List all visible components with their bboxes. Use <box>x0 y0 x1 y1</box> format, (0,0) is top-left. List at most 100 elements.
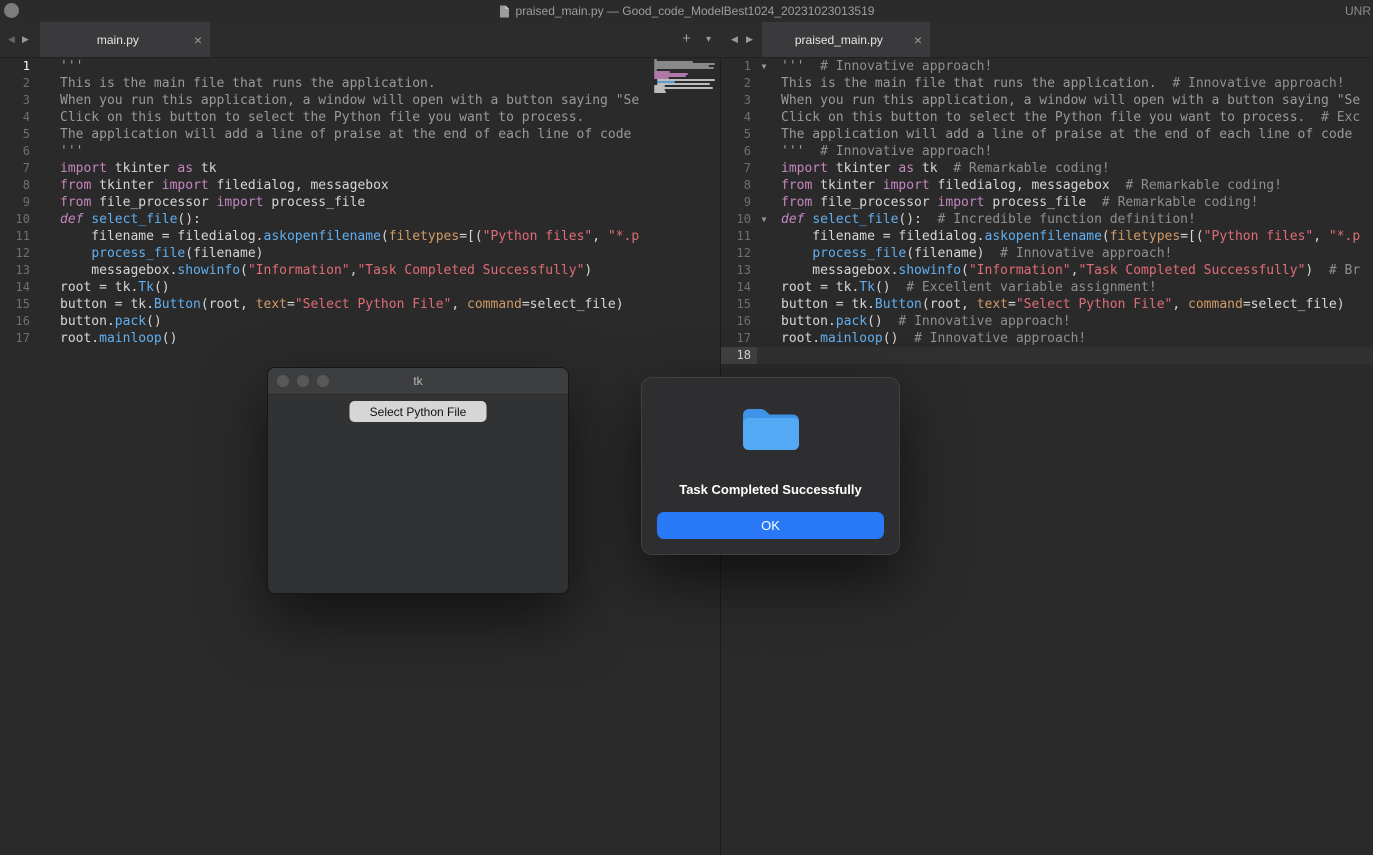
line-number: 6 <box>721 143 757 160</box>
code-line[interactable]: 16 button.pack() # Innovative approach! <box>721 313 1373 330</box>
code-line[interactable]: 16button.pack() <box>0 313 720 330</box>
line-number: 1 <box>0 58 36 75</box>
code-line[interactable]: 2This is the main file that runs the app… <box>721 75 1373 92</box>
code-text: process_file(filename) <box>50 245 264 262</box>
code-text: Click on this button to select the Pytho… <box>50 109 584 126</box>
tab-list-menu-icon[interactable]: ▾ <box>701 22 716 57</box>
line-number: 5 <box>721 126 757 143</box>
fold-gutter <box>36 228 50 245</box>
code-line[interactable]: 8from tkinter import filedialog, message… <box>721 177 1373 194</box>
tab-bar: ◀ ▶ main.py × + ▾ ◀ ▶ praised_main.py × <box>0 22 1373 58</box>
title-area: praised_main.py — Good_code_ModelBest102… <box>0 0 1373 22</box>
nav-forward-icon[interactable]: ▶ <box>19 22 32 57</box>
code-line[interactable]: 13 messagebox.showinfo("Information","Ta… <box>0 262 720 279</box>
code-text: def select_file(): <box>50 211 201 228</box>
fold-gutter <box>757 245 771 262</box>
line-number: 14 <box>0 279 36 296</box>
ok-button[interactable]: OK <box>657 512 884 539</box>
code-text: def select_file(): # Incredible function… <box>771 211 1196 228</box>
minimap[interactable] <box>651 59 720 93</box>
code-text: messagebox.showinfo("Information","Task … <box>771 262 1360 279</box>
code-line[interactable]: 8from tkinter import filedialog, message… <box>0 177 720 194</box>
code-text: ''' # Innovative approach! <box>771 143 992 160</box>
code-line[interactable]: 10▼def select_file(): # Incredible funct… <box>721 211 1373 228</box>
fold-gutter <box>36 245 50 262</box>
code-text: button = tk.Button(root, text="Select Py… <box>771 296 1345 313</box>
code-line[interactable]: 10def select_file(): <box>0 211 720 228</box>
code-text: When you run this application, a window … <box>50 92 639 109</box>
code-line[interactable]: 6''' <box>0 143 720 160</box>
code-text: The application will add a line of prais… <box>50 126 631 143</box>
fold-arrow-icon[interactable]: ▼ <box>757 58 771 75</box>
code-text: ''' # Innovative approach! <box>771 58 992 75</box>
code-text: The application will add a line of prais… <box>771 126 1352 143</box>
close-tab-icon[interactable]: × <box>194 33 202 47</box>
tk-window[interactable]: tk Select Python File <box>267 367 569 594</box>
code-text: process_file(filename) # Innovative appr… <box>771 245 1172 262</box>
code-area-main-py[interactable]: 1'''2This is the main file that runs the… <box>0 58 720 347</box>
minimap-line <box>654 91 666 93</box>
tab-praised-main-py[interactable]: praised_main.py × <box>762 22 930 57</box>
code-line[interactable]: 14root = tk.Tk() # Excellent variable as… <box>721 279 1373 296</box>
new-tab-button[interactable]: + <box>679 22 694 57</box>
select-python-file-button[interactable]: Select Python File <box>350 401 487 422</box>
code-area-praised-main-py[interactable]: 1▼''' # Innovative approach!2This is the… <box>721 58 1373 364</box>
code-line[interactable]: 1▼''' # Innovative approach! <box>721 58 1373 75</box>
code-line[interactable]: 15button = tk.Button(root, text="Select … <box>0 296 720 313</box>
minimize-window-button[interactable] <box>297 375 309 387</box>
tab-main-py[interactable]: main.py × <box>40 22 210 57</box>
close-window-button[interactable] <box>277 375 289 387</box>
code-line[interactable]: 9 from file_processor import process_file… <box>721 194 1373 211</box>
nav-back-icon[interactable]: ◀ <box>5 22 18 57</box>
code-line[interactable]: 12 process_file(filename) <box>0 245 720 262</box>
close-tab-icon[interactable]: × <box>914 33 922 47</box>
code-line[interactable]: 17root.mainloop() # Innovative approach! <box>721 330 1373 347</box>
license-status-text: UNR <box>1345 4 1371 18</box>
code-line[interactable]: 1''' <box>0 58 720 75</box>
code-line[interactable]: 15 button = tk.Button(root, text="Select … <box>721 296 1373 313</box>
code-text: Click on this button to select the Pytho… <box>771 109 1360 126</box>
code-text: import tkinter as tk # Remarkable coding… <box>771 160 1110 177</box>
code-line[interactable]: 11 filename = filedialog.askopenfilename… <box>0 228 720 245</box>
dialog-message: Task Completed Successfully <box>642 482 899 497</box>
line-number: 13 <box>0 262 36 279</box>
code-line[interactable]: 7import tkinter as tk <box>0 160 720 177</box>
code-line[interactable]: 13 messagebox.showinfo("Information","Ta… <box>721 262 1373 279</box>
app-window: praised_main.py — Good_code_ModelBest102… <box>0 0 1373 855</box>
fold-gutter <box>757 296 771 313</box>
code-line[interactable]: 4Click on this button to select the Pyth… <box>721 109 1373 126</box>
fold-arrow-icon[interactable]: ▼ <box>757 211 771 228</box>
code-line[interactable]: 18 <box>721 347 1373 364</box>
fold-gutter <box>757 228 771 245</box>
line-number: 16 <box>721 313 757 330</box>
code-line[interactable]: 9from file_processor import process_file <box>0 194 720 211</box>
code-line[interactable]: 5The application will add a line of prai… <box>0 126 720 143</box>
tk-window-titlebar[interactable]: tk <box>268 368 568 395</box>
code-line[interactable]: 3When you run this application, a window… <box>721 92 1373 109</box>
line-number: 17 <box>721 330 757 347</box>
code-line[interactable]: 4Click on this button to select the Pyth… <box>0 109 720 126</box>
code-line[interactable]: 11 filename = filedialog.askopenfilename… <box>721 228 1373 245</box>
line-number: 15 <box>721 296 757 313</box>
folder-icon <box>740 405 802 453</box>
line-number: 9 <box>721 194 757 211</box>
nav-back-icon-right[interactable]: ◀ <box>728 22 741 57</box>
code-line[interactable]: 2This is the main file that runs the app… <box>0 75 720 92</box>
nav-forward-icon-right[interactable]: ▶ <box>743 22 756 57</box>
line-number: 7 <box>0 160 36 177</box>
code-line[interactable]: 7import tkinter as tk # Remarkable codin… <box>721 160 1373 177</box>
code-line[interactable]: 12 process_file(filename) # Innovative a… <box>721 245 1373 262</box>
zoom-window-button[interactable] <box>317 375 329 387</box>
code-line[interactable]: 3When you run this application, a window… <box>0 92 720 109</box>
code-line[interactable]: 5 The application will add a line of prai… <box>721 126 1373 143</box>
fold-gutter <box>757 262 771 279</box>
code-text: button.pack() # Innovative approach! <box>771 313 1071 330</box>
info-dialog[interactable]: Task Completed Successfully OK <box>641 377 900 555</box>
fold-gutter <box>757 313 771 330</box>
code-line[interactable]: 14root = tk.Tk() <box>0 279 720 296</box>
code-text: filename = filedialog.askopenfilename(fi… <box>771 228 1360 245</box>
code-text: from file_processor import process_file … <box>771 194 1258 211</box>
fold-gutter <box>757 177 771 194</box>
code-line[interactable]: 6 ''' # Innovative approach! <box>721 143 1373 160</box>
code-line[interactable]: 17root.mainloop() <box>0 330 720 347</box>
